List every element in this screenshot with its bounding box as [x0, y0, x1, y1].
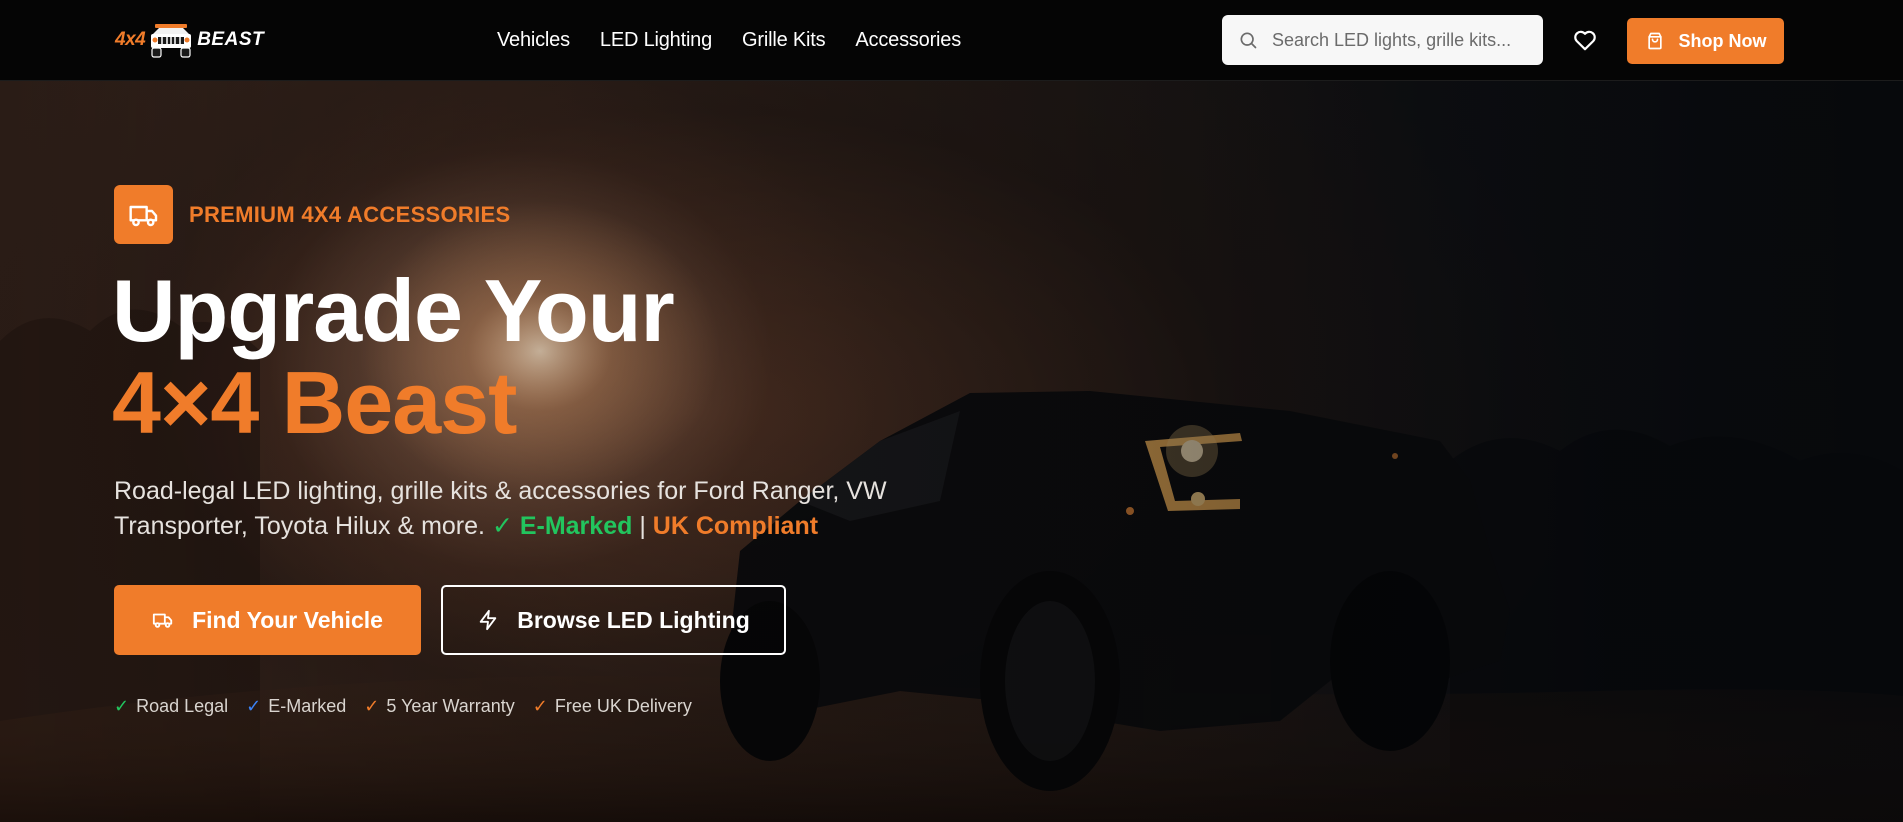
search-input[interactable]: [1272, 15, 1532, 65]
truck-icon: [152, 613, 173, 628]
feature-free-uk-delivery: ✓ Free UK Delivery: [533, 696, 692, 717]
check-icon: ✓: [364, 696, 380, 716]
logo-text-4x4: 4x4: [115, 29, 146, 50]
hero-title-line-1: Upgrade Your: [112, 261, 675, 360]
truck-icon: [128, 205, 157, 226]
hero-section: PREMIUM 4X4 ACCESSORIES Upgrade Your 4×4…: [0, 81, 1903, 822]
browse-led-lighting-label: Browse LED Lighting: [517, 606, 750, 633]
top-navigation-bar: 4x4 BEAST Vehicles LED Lighting Grille K…: [0, 0, 1903, 81]
browse-led-lighting-button[interactable]: Browse LED Lighting: [441, 585, 786, 655]
brand-logo[interactable]: 4x4 BEAST: [115, 20, 264, 60]
logo-truck-icon: [151, 24, 192, 58]
feature-label: 5 Year Warranty: [386, 696, 515, 716]
hero-badge: PREMIUM 4X4 ACCESSORIES: [114, 185, 511, 244]
shopping-bag-icon: [1647, 32, 1662, 50]
nav-item-vehicles[interactable]: Vehicles: [497, 29, 570, 52]
hero-description: Road-legal LED lighting, grille kits & a…: [114, 474, 974, 544]
find-your-vehicle-label: Find Your Vehicle: [192, 606, 383, 633]
search-box: [1222, 15, 1543, 65]
lightning-icon: [479, 609, 497, 631]
shop-now-button[interactable]: Shop Now: [1627, 18, 1784, 64]
check-icon: ✓: [114, 696, 130, 716]
check-icon: ✓: [532, 696, 548, 716]
heart-icon[interactable]: [1572, 27, 1598, 53]
badge-icon-box: [114, 185, 173, 244]
shop-now-label: Shop Now: [1678, 30, 1767, 51]
feature-label: Road Legal: [136, 696, 229, 716]
main-nav: Vehicles LED Lighting Grille Kits Access…: [497, 0, 961, 81]
logo-text-beast: BEAST: [197, 29, 265, 50]
nav-item-led-lighting[interactable]: LED Lighting: [600, 29, 712, 52]
nav-item-accessories[interactable]: Accessories: [855, 29, 961, 52]
feature-label: E-Marked: [268, 696, 347, 716]
check-icon: ✓: [246, 696, 262, 716]
badge-text: PREMIUM 4X4 ACCESSORIES: [189, 201, 511, 227]
feature-list: ✓ Road Legal ✓ E-Marked ✓ 5 Year Warrant…: [114, 696, 692, 717]
find-your-vehicle-button[interactable]: Find Your Vehicle: [114, 585, 421, 655]
feature-road-legal: ✓ Road Legal: [114, 696, 228, 717]
search-icon: [1240, 32, 1257, 49]
feature-5-year-warranty: ✓ 5 Year Warranty: [364, 696, 515, 717]
uk-compliant-text: UK Compliant: [652, 512, 819, 540]
text-separator: |: [639, 512, 646, 540]
e-marked-text: ✓ E-Marked: [491, 512, 633, 540]
nav-item-grille-kits[interactable]: Grille Kits: [742, 29, 826, 52]
feature-e-marked: ✓ E-Marked: [246, 696, 346, 717]
hero-title-line-2: 4×4 Beast: [112, 353, 517, 452]
feature-label: Free UK Delivery: [554, 696, 692, 716]
